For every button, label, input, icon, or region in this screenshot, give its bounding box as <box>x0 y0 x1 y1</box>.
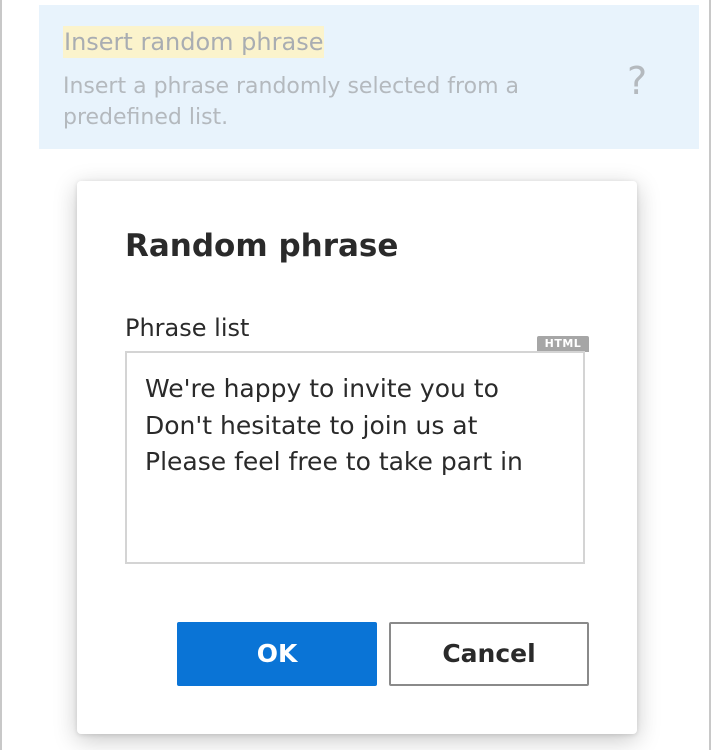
dialog-title: Random phrase <box>125 228 399 264</box>
item-title: Insert random phrase <box>63 26 325 58</box>
phrase-line: Please feel free to take part in <box>145 447 523 476</box>
cancel-button[interactable]: Cancel <box>389 622 589 686</box>
ok-button[interactable]: OK <box>177 622 377 686</box>
help-icon[interactable]: ? <box>627 59 647 103</box>
item-description: Insert a phrase randomly selected from a… <box>63 74 519 130</box>
phrase-list-label: Phrase list <box>125 314 250 342</box>
html-format-badge: HTML <box>537 336 589 352</box>
phrase-line: Don't hesitate to join us at <box>145 410 478 440</box>
phrase-list-textarea[interactable]: We're happy to invite you to Don't hesit… <box>125 351 585 564</box>
phrase-line: We're happy to invite you to <box>145 374 499 403</box>
insert-random-phrase-item[interactable]: Insert random phrase Insert a phrase ran… <box>39 5 699 149</box>
random-phrase-dialog: Random phrase Phrase list HTML We're hap… <box>77 181 637 734</box>
right-scrollbar-track[interactable] <box>709 0 711 750</box>
window-frame: Insert random phrase Insert a phrase ran… <box>0 0 712 750</box>
left-border <box>0 0 2 750</box>
